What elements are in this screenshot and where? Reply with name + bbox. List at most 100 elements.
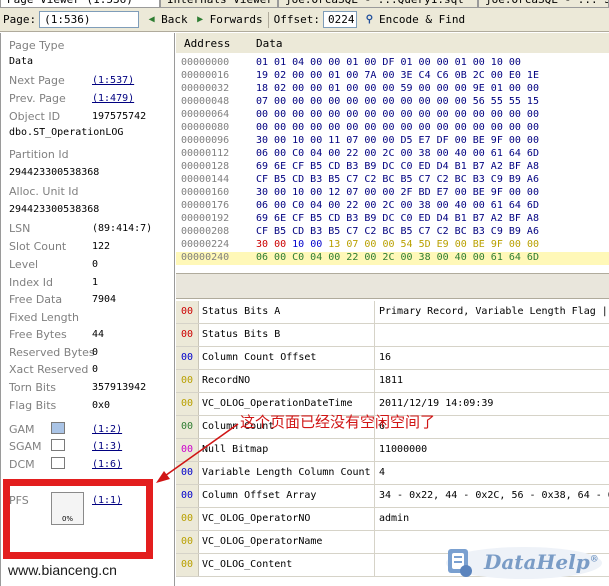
record-field-row[interactable]: 00 Null Bitmap 11000000: [176, 439, 609, 462]
tab-query1-sql[interactable]: joe.OrcaSQL - ...Query1.sql: [278, 0, 478, 8]
hex-row-bytes: CF B5 CD B3 B5 C7 C2 BC B5 C7 C2 BC B3 C…: [256, 174, 539, 185]
hex-row-address: 00000000: [181, 57, 230, 68]
prev-page-link[interactable]: (1:479): [92, 92, 134, 105]
free-data-value: 7904: [92, 294, 117, 305]
hex-byte: 30: [256, 239, 275, 250]
slot-count-value: 122: [92, 241, 111, 252]
offset-label: Offset:: [273, 13, 320, 26]
hex-row[interactable]: 00000080 00 00 00 00 00 00 00 00 00 00 00…: [176, 121, 609, 134]
record-field-row[interactable]: 00 Column Count Offset 16: [176, 347, 609, 370]
datahelp-logo-wordmark: DataHelp: [484, 550, 590, 574]
free-data-label: Free Data: [9, 293, 63, 306]
hex-row-bytes: 06 00 C0 04 00 22 00 2C 00 38 00 40 00 6…: [256, 252, 539, 263]
encode-find-label: Encode & Find: [378, 13, 466, 26]
hex-byte: 00: [382, 239, 401, 250]
hex-row[interactable]: 00000160 30 00 10 00 12 07 00 00 2F BD E7…: [176, 186, 609, 199]
hex-row-address: 00000016: [181, 70, 230, 81]
record-field-byte-code: 00: [176, 416, 199, 438]
encode-find-button[interactable]: ⚲ Encode & Find: [363, 13, 465, 26]
lsn-value: (89:414:7): [92, 223, 153, 234]
hex-row[interactable]: 00000064 00 00 00 00 00 00 00 00 00 00 00…: [176, 108, 609, 121]
record-field-row[interactable]: 00 VC_OLOG_OperatorNO admin: [176, 508, 609, 531]
page-address-input[interactable]: (1:536): [39, 11, 140, 28]
record-field-row[interactable]: 00 Column Offset Array 34 - 0x22, 44 - 0x2…: [176, 485, 609, 508]
hex-row-address: 00000080: [181, 122, 230, 133]
data-column-header: Data: [256, 37, 283, 50]
sgam-allocation-indicator: [51, 439, 65, 451]
flag-bits-value: 0x0: [92, 400, 111, 411]
hex-byte: 9F: [490, 239, 509, 250]
tab-internals-viewer[interactable]: Internals Viewer: [160, 0, 278, 8]
record-field-value: Primary Record, Variable Length Flag |: [374, 301, 609, 323]
gam-page-link[interactable]: (1:2): [92, 423, 122, 436]
hex-byte: 00: [310, 239, 329, 250]
hex-row[interactable]: 00000048 07 00 00 00 00 00 00 00 00 00 00…: [176, 95, 609, 108]
record-field-value: 16: [374, 347, 609, 369]
record-field-value: 1811: [374, 370, 609, 392]
record-field-value: 34 - 0x22, 44 - 0x2C, 56 - 0x38, 64 - 0: [374, 485, 609, 507]
hex-row[interactable]: 00000128 69 6E CF B5 CD B3 B9 DC C0 ED D4…: [176, 160, 609, 173]
hex-row[interactable]: 00000016 19 02 00 00 01 00 7A 00 3E C4 C6…: [176, 69, 609, 82]
record-field-name: Null Bitmap: [202, 444, 269, 455]
gam-allocation-indicator: [51, 422, 65, 434]
tab-page-viewer[interactable]: Page Viewer (1:536): [0, 0, 160, 8]
hex-row-address: 00000208: [181, 226, 230, 237]
record-field-byte-code: 00: [176, 301, 199, 323]
prev-page-label: Prev. Page: [9, 92, 66, 105]
hex-row-address: 00000224: [181, 239, 230, 250]
object-id-label: Object ID: [9, 110, 61, 123]
hex-row-bytes: 00 00 00 00 00 00 00 00 00 00 00 00 00 0…: [256, 122, 539, 133]
hex-row[interactable]: 00000000 01 01 04 00 00 01 00 DF 01 00 00…: [176, 56, 609, 69]
hex-row[interactable]: 00000224 30 00 10 00 13 07 00 00 54 5D E9…: [176, 238, 609, 251]
tab-sqlquery1-sql[interactable]: joe.OrcaSQL - ... SQLQuery1.sql: [478, 0, 609, 8]
hex-row[interactable]: 00000240 06 00 C0 04 00 22 00 2C 00 38 00…: [176, 251, 609, 264]
record-field-name: Column Offset Array: [202, 490, 317, 501]
xact-reserved-value: 0: [92, 364, 99, 375]
dcm-page-link[interactable]: (1:6): [92, 458, 122, 471]
fixed-length-label: Fixed Length: [9, 311, 79, 324]
record-field-name: VC_OLOG_Content: [202, 559, 293, 570]
hex-byte: 00: [454, 239, 473, 250]
hex-row-bytes: 69 6E CF B5 CD B3 B9 DC C0 ED D4 B1 B7 A…: [256, 161, 539, 172]
hex-byte: 10: [292, 239, 311, 250]
pane-splitter[interactable]: [176, 273, 609, 299]
slot-count-label: Slot Count: [9, 240, 67, 253]
record-field-name: Variable Length Column Count: [202, 467, 371, 478]
forwards-button[interactable]: ▶ Forwards: [194, 13, 263, 26]
offset-input[interactable]: 0224: [322, 11, 357, 28]
hex-row-address: 00000160: [181, 187, 230, 198]
hex-row-address: 00000192: [181, 213, 230, 224]
back-arrow-icon: ◀: [148, 14, 155, 25]
record-field-row[interactable]: 00 Variable Length Column Count 4: [176, 462, 609, 485]
registered-mark: ®: [589, 554, 599, 565]
record-field-byte-code: 00: [176, 508, 199, 530]
hex-row[interactable]: 00000112 06 00 C0 04 00 22 00 2C 00 38 00…: [176, 147, 609, 160]
page-viewer-toolbar: Page: (1:536) ◀ Back ▶ Forwards Offset: …: [0, 8, 609, 32]
record-field-row[interactable]: 00 RecordNO 1811: [176, 370, 609, 393]
hex-row[interactable]: 00000208 CF B5 CD B3 B5 C7 C2 BC B5 C7 C2…: [176, 225, 609, 238]
next-page-link[interactable]: (1:537): [92, 74, 134, 87]
hex-row-address: 00000064: [181, 109, 230, 120]
back-button[interactable]: ◀ Back: [145, 13, 188, 26]
record-field-row[interactable]: 00 Status Bits A Primary Record, Variable …: [176, 301, 609, 324]
record-field-row[interactable]: 00 Status Bits B: [176, 324, 609, 347]
alloc-unit-id-label: Alloc. Unit Id: [9, 185, 79, 198]
torn-bits-value: 357913942: [92, 382, 147, 393]
pfs-highlight-rectangle: [3, 479, 153, 559]
document-tab-strip: Page Viewer (1:536) Internals Viewer joe…: [0, 0, 609, 8]
object-id-value: 197575742: [92, 111, 147, 122]
record-field-name: RecordNO: [202, 375, 251, 386]
hex-data-view[interactable]: Address Data 00000000 01 01 04 00 00 01 0…: [176, 33, 609, 273]
hex-row[interactable]: 00000192 69 6E CF B5 CD B3 B9 DC C0 ED D4…: [176, 212, 609, 225]
sgam-page-link[interactable]: (1:3): [92, 440, 122, 453]
hex-row[interactable]: 00000144 CF B5 CD B3 B5 C7 C2 BC B5 C7 C2…: [176, 173, 609, 186]
hex-row[interactable]: 00000176 06 00 C0 04 00 22 00 2C 00 38 00…: [176, 199, 609, 212]
hex-row[interactable]: 00000096 30 00 10 00 11 07 00 00 D5 E7 DF…: [176, 134, 609, 147]
hex-row-bytes: 30 00 10 00 13 07 00 00 54 5D E9 00 BE 9…: [256, 238, 539, 251]
hex-byte: 00: [526, 239, 539, 250]
flag-bits-label: Flag Bits: [9, 399, 57, 412]
hex-byte: BE: [472, 239, 491, 250]
forward-arrow-icon: ▶: [197, 14, 204, 25]
hex-row[interactable]: 00000032 18 02 00 00 01 00 00 00 59 00 00…: [176, 82, 609, 95]
hex-byte: 07: [346, 239, 365, 250]
